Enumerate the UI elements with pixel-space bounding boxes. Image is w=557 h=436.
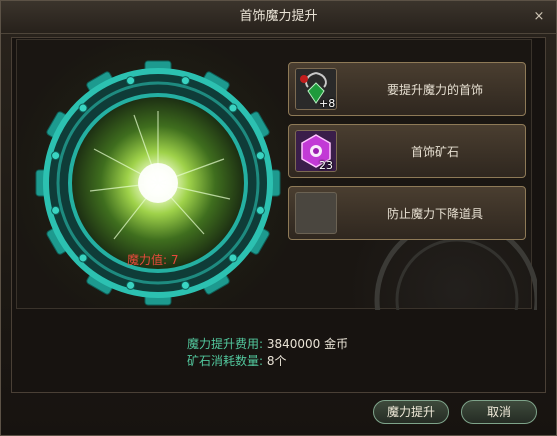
window-title: 首饰魔力提升 xyxy=(239,9,318,24)
empty-slot-icon xyxy=(295,192,337,234)
ore-slot[interactable]: 23 首饰矿石 xyxy=(288,124,526,178)
title-bar[interactable]: 首饰魔力提升 × xyxy=(1,1,556,34)
ore-consumption-value: 8个 xyxy=(266,354,287,368)
jewelry-count: +8 xyxy=(319,97,336,110)
protection-slot-label: 防止魔力下降道具 xyxy=(386,207,483,221)
jewelry-slot[interactable]: +8 要提升魔力的首饰 xyxy=(288,62,526,116)
cost-value: 3840000 金币 xyxy=(266,337,349,351)
jewelry-upgrade-window: 首饰魔力提升 × 魔力值: 7 +8 要提升魔力的首饰 23 首饰矿石 防止魔力… xyxy=(0,0,557,436)
upgrade-button[interactable]: 魔力提升 xyxy=(373,400,449,424)
ore-count: 23 xyxy=(319,159,333,172)
ore-consumption-label: 矿石消耗数量: xyxy=(187,354,264,368)
jewelry-slot-label: 要提升魔力的首饰 xyxy=(386,83,483,97)
ore-slot-label: 首饰矿石 xyxy=(410,145,459,159)
cost-label: 魔力提升费用: xyxy=(187,337,264,351)
cost-line: 魔力提升费用: 3840000 金币 xyxy=(187,335,348,352)
cancel-button[interactable]: 取消 xyxy=(461,400,537,424)
magic-gear-ring xyxy=(35,60,281,306)
magic-value-label: 魔力值: 7 xyxy=(127,253,179,267)
close-icon[interactable]: × xyxy=(532,10,546,24)
ore-consumption-line: 矿石消耗数量: 8个 xyxy=(187,352,287,369)
protection-slot[interactable]: 防止魔力下降道具 xyxy=(288,186,526,240)
